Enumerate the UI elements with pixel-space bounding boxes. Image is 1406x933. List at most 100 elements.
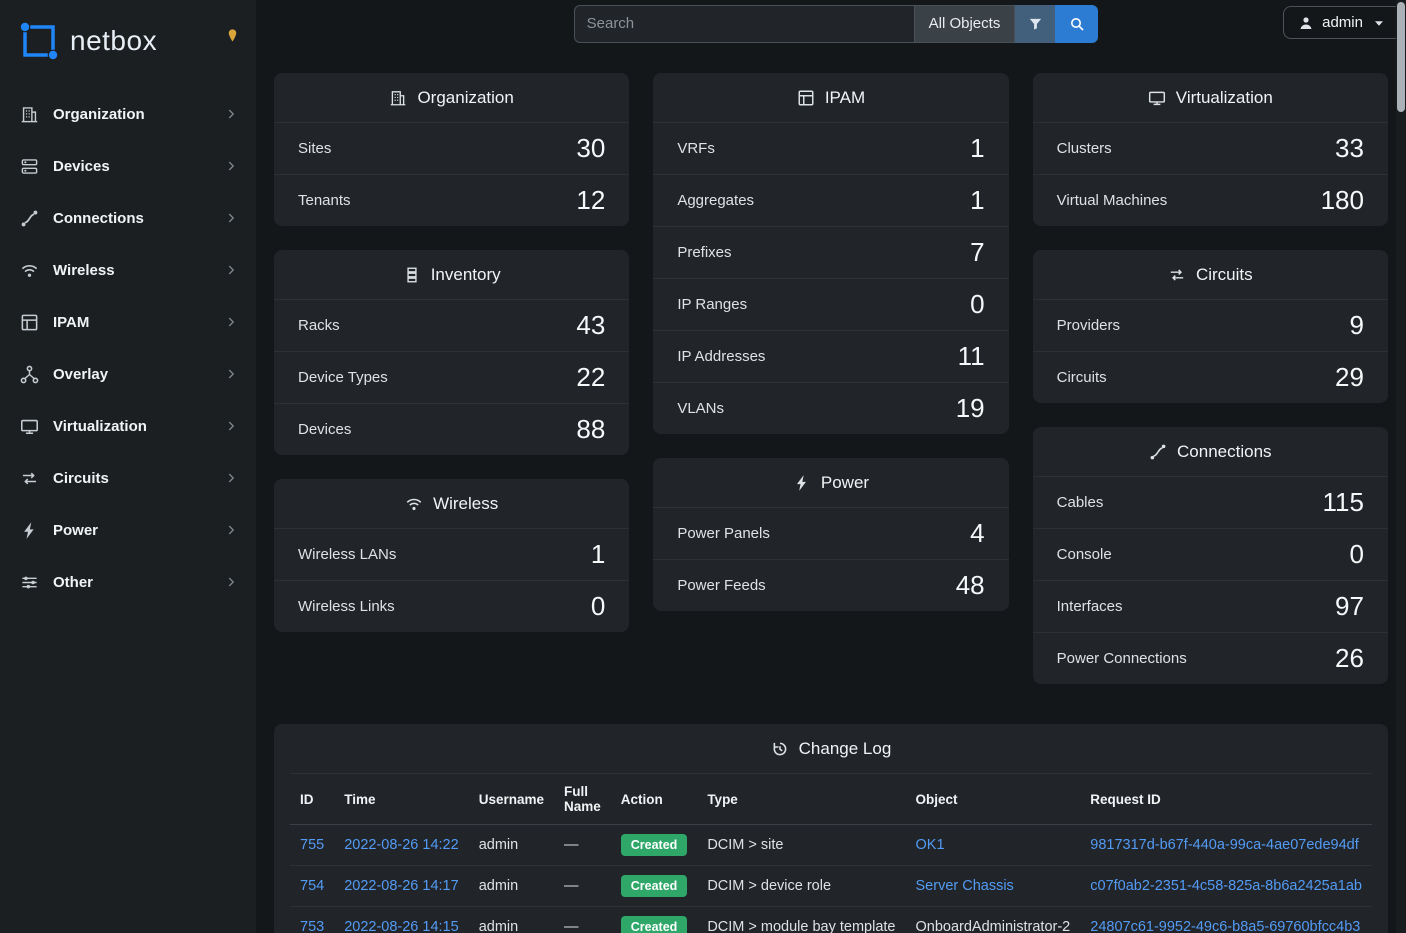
stat-value: 115 [1323,487,1364,518]
log-time-link[interactable]: 2022-08-26 14:15 [344,919,459,933]
sidebar-item-virtualization[interactable]: Virtualization [0,400,256,452]
chevron-right-icon [224,315,238,329]
organization-card: Organization Sites 30 Tenants 12 [274,73,629,226]
changelog-header-row: ID Time Username Full Name Action Type O… [290,774,1372,825]
stat-link-providers[interactable]: Providers [1057,317,1120,334]
stat-row: Wireless LANs 1 [274,528,629,580]
sidebar-item-label: Wireless [53,262,210,279]
stat-value: 97 [1335,591,1364,622]
changelog-title: Change Log [799,739,892,759]
stat-link-power-connections[interactable]: Power Connections [1057,650,1187,667]
card-header: Connections [1033,427,1388,476]
column-header-request-id: Request ID [1080,774,1372,825]
stat-link-power-panels[interactable]: Power Panels [677,525,770,542]
wifi-icon [20,261,39,280]
ipam-card: IPAM VRFs 1 Aggregates 1 Prefixes 7 [653,73,1008,434]
changelog-header: Change Log [274,724,1388,773]
history-icon [771,740,789,758]
username-label: admin [1322,14,1363,31]
sidebar-item-ipam[interactable]: IPAM [0,296,256,348]
stat-row: Providers 9 [1033,299,1388,351]
sidebar-item-connections[interactable]: Connections [0,192,256,244]
global-search: All Objects [574,5,1099,43]
sidebar-item-power[interactable]: Power [0,504,256,556]
card-title: Organization [417,88,513,108]
stat-link-tenants[interactable]: Tenants [298,192,351,209]
stat-link-aggregates[interactable]: Aggregates [677,192,754,209]
sidebar-item-circuits[interactable]: Circuits [0,452,256,504]
scrollbar-thumb[interactable] [1397,2,1405,112]
stat-link-power-feeds[interactable]: Power Feeds [677,577,765,594]
stat-link-virtual-machines[interactable]: Virtual Machines [1057,192,1168,209]
sidebar-item-wireless[interactable]: Wireless [0,244,256,296]
stat-link-device-types[interactable]: Device Types [298,369,388,386]
stat-link-cables[interactable]: Cables [1057,494,1104,511]
log-time-link[interactable]: 2022-08-26 14:17 [344,878,459,894]
changelog-row: 753 2022-08-26 14:15 admin — Created DCI… [290,907,1372,933]
stat-row: Sites 30 [274,122,629,174]
stat-link-ip-addresses[interactable]: IP Addresses [677,348,765,365]
search-input[interactable] [574,5,914,43]
log-request-id-link[interactable]: 9817317d-b67f-440a-99ca-4ae07ede94df [1090,837,1358,853]
created-badge: Created [621,875,688,897]
stat-row: Interfaces 97 [1033,580,1388,632]
stat-link-devices[interactable]: Devices [298,421,351,438]
stat-link-ip-ranges[interactable]: IP Ranges [677,296,747,313]
sitemap-icon [20,365,39,384]
sidebar-item-overlay[interactable]: Overlay [0,348,256,400]
stat-link-racks[interactable]: Racks [298,317,340,334]
log-username: admin [479,837,519,853]
scrollbar-track[interactable] [1396,0,1406,933]
log-id-link[interactable]: 753 [300,919,324,933]
stat-link-wireless-links[interactable]: Wireless Links [298,598,395,615]
dashboard-column-1: Organization Sites 30 Tenants 12 Invento… [274,73,629,632]
stat-link-console[interactable]: Console [1057,546,1112,563]
stat-value: 0 [970,289,984,320]
netbox-logo-text: netbox [70,25,157,57]
netbox-logo-icon [18,20,60,62]
server-icon [20,157,39,176]
stat-link-prefixes[interactable]: Prefixes [677,244,731,261]
log-id-link[interactable]: 755 [300,837,324,853]
log-type: DCIM > module bay template [707,919,895,933]
user-menu-button[interactable]: admin [1283,6,1402,39]
sidebar-item-other[interactable]: Other [0,556,256,608]
stat-row: Cables 115 [1033,476,1388,528]
log-object-link[interactable]: Server Chassis [916,878,1014,894]
bolt-icon [20,521,39,540]
stat-link-vrfs[interactable]: VRFs [677,140,715,157]
column-header-full-name: Full Name [554,774,611,825]
changelog-row: 754 2022-08-26 14:17 admin — Created DCI… [290,866,1372,907]
chevron-right-icon [224,159,238,173]
stat-link-sites[interactable]: Sites [298,140,331,157]
log-time-link[interactable]: 2022-08-26 14:22 [344,837,459,853]
stat-value: 1 [970,133,984,164]
sidebar-item-devices[interactable]: Devices [0,140,256,192]
chevron-right-icon [224,367,238,381]
stat-value: 29 [1335,362,1364,393]
card-header: Circuits [1033,250,1388,299]
stat-link-interfaces[interactable]: Interfaces [1057,598,1123,615]
filter-button[interactable] [1015,5,1055,43]
stat-link-vlans[interactable]: VLANs [677,400,724,417]
stat-value: 9 [1349,310,1363,341]
card-title: Connections [1177,442,1272,462]
wifi-icon [405,495,423,513]
search-submit-button[interactable] [1055,5,1098,43]
log-request-id-link[interactable]: 24807c61-9952-49c6-b8a5-69760bfcc4b3 [1090,919,1360,933]
sidebar-item-label: IPAM [53,314,210,331]
sidebar-item-organization[interactable]: Organization [0,88,256,140]
stat-row: VRFs 1 [653,122,1008,174]
log-id-link[interactable]: 754 [300,878,324,894]
stat-link-wireless-lans[interactable]: Wireless LANs [298,546,396,563]
log-request-id-link[interactable]: c07f0ab2-2351-4c58-825a-8b6a2425a1ab [1090,878,1362,894]
pin-sidebar-icon[interactable] [225,28,240,43]
column-header-object: Object [906,774,1081,825]
netbox-logo[interactable]: netbox [0,0,256,80]
stat-row: Device Types 22 [274,351,629,403]
log-object-link[interactable]: OK1 [916,837,945,853]
object-type-dropdown[interactable]: All Objects [914,5,1016,43]
stat-link-clusters[interactable]: Clusters [1057,140,1112,157]
stat-link-circuits[interactable]: Circuits [1057,369,1107,386]
stat-row: Circuits 29 [1033,351,1388,403]
